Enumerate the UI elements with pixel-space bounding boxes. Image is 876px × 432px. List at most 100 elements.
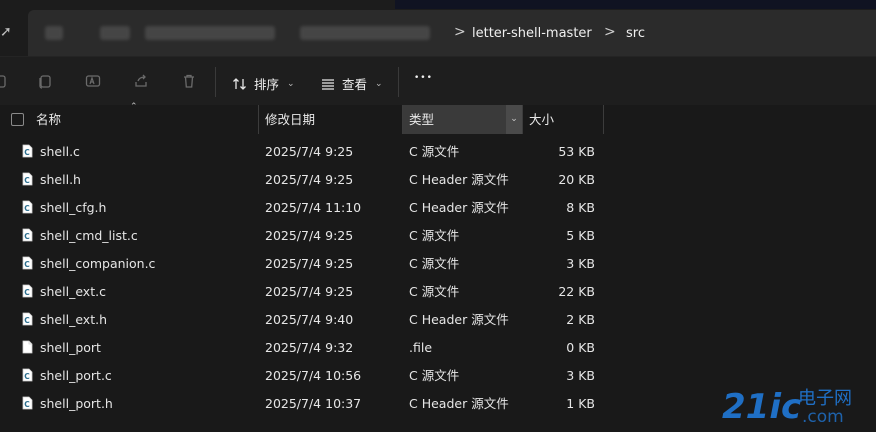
watermark-sub-text: 电子网 [798, 388, 852, 409]
chevron-down-icon: ⌄ [287, 78, 295, 89]
breadcrumb-separator: > [604, 24, 616, 40]
view-button[interactable]: 查看 ⌄ [320, 74, 383, 93]
sort-label: 排序 [254, 77, 280, 92]
column-header-type[interactable]: 类型 ⌄ [403, 105, 522, 134]
file-name: shell_companion.c [40, 256, 156, 271]
c-source-file-icon: C [22, 256, 33, 270]
file-name: shell_port.h [40, 396, 113, 411]
breadcrumb-separator: > [454, 24, 466, 40]
file-type: .file [409, 340, 433, 355]
file-type: C 源文件 [409, 368, 460, 383]
file-type: C 源文件 [409, 144, 460, 159]
redacted-crumb [300, 26, 430, 40]
file-name: shell.c [40, 144, 80, 159]
file-row[interactable]: Cshell_companion.c 2025/7/4 9:25 C 源文件 3 KB [0, 250, 876, 278]
redacted-crumb [145, 26, 275, 40]
site-watermark: 21ic 电子网 .com [720, 380, 870, 428]
file-row[interactable]: Cshell_cmd_list.c 2025/7/4 9:25 C 源文件 5 KB [0, 222, 876, 250]
file-size: 0 KB [566, 340, 595, 355]
file-modified-date: 2025/7/4 9:25 [265, 256, 354, 271]
file-name: shell_ext.c [40, 284, 106, 299]
chevron-down-icon[interactable]: ⌄ [506, 105, 522, 134]
svg-text:C: C [24, 176, 30, 185]
c-source-file-icon: C [22, 368, 33, 382]
file-name: shell.h [40, 172, 81, 187]
back-icon[interactable]: ➚ [0, 24, 12, 40]
c-source-file-icon: C [22, 228, 33, 242]
chevron-down-icon: ⌄ [375, 78, 383, 89]
watermark-logo-text: 21ic [722, 387, 801, 427]
file-type: C Header 源文件 [409, 396, 509, 411]
file-modified-date: 2025/7/4 9:25 [265, 228, 354, 243]
svg-text:C: C [24, 260, 30, 269]
address-bar-region: ➚ > letter-shell-master > src [0, 0, 876, 57]
column-header-modified[interactable]: 修改日期 [259, 105, 402, 134]
breadcrumb-letter-shell-master[interactable]: letter-shell-master [472, 26, 592, 41]
file-modified-date: 2025/7/4 10:56 [265, 368, 362, 383]
svg-text:C: C [24, 288, 30, 297]
more-options-button[interactable]: ••• [414, 73, 433, 83]
file-row[interactable]: Cshell_ext.h 2025/7/4 9:40 C Header 源文件 2 K… [0, 306, 876, 334]
sort-icon [233, 77, 246, 90]
column-separator[interactable] [603, 105, 604, 134]
watermark-domain-text: .com [802, 407, 844, 427]
file-name: shell_ext.h [40, 312, 107, 327]
copy-icon[interactable] [36, 72, 54, 90]
column-header-row: ⌃ 名称 修改日期 类型 ⌄ 大小 [0, 102, 876, 134]
svg-text:C: C [24, 316, 30, 325]
file-type: C 源文件 [409, 256, 460, 271]
c-source-file-icon: C [22, 200, 33, 214]
svg-text:C: C [24, 204, 30, 213]
svg-text:C: C [24, 400, 30, 409]
cut-icon[interactable] [0, 72, 10, 90]
file-type: C Header 源文件 [409, 172, 509, 187]
file-modified-date: 2025/7/4 10:37 [265, 396, 362, 411]
file-modified-date: 2025/7/4 9:32 [265, 340, 354, 355]
select-all-checkbox[interactable] [11, 113, 24, 126]
column-header-name[interactable]: 名称 [30, 105, 258, 134]
file-size: 2 KB [566, 312, 595, 327]
svg-text:C: C [24, 148, 30, 157]
breadcrumb-src[interactable]: src [626, 26, 645, 41]
file-row[interactable]: Cshell_ext.c 2025/7/4 9:25 C 源文件 22 KB [0, 278, 876, 306]
c-source-file-icon: C [22, 144, 33, 158]
file-type: C Header 源文件 [409, 312, 509, 327]
file-type: C 源文件 [409, 228, 460, 243]
window-top-strip [395, 0, 876, 9]
redacted-crumb [100, 26, 130, 40]
more-icon: ••• [414, 73, 433, 83]
c-source-file-icon: C [22, 284, 33, 298]
toolbar-divider [398, 67, 399, 97]
file-size: 1 KB [566, 396, 595, 411]
share-icon[interactable] [132, 72, 150, 90]
c-source-file-icon: C [22, 312, 33, 326]
file-size: 8 KB [566, 200, 595, 215]
file-size: 3 KB [566, 256, 595, 271]
file-modified-date: 2025/7/4 11:10 [265, 200, 362, 215]
file-name: shell_port [40, 340, 101, 355]
svg-text:C: C [24, 372, 30, 381]
svg-text:C: C [24, 232, 30, 241]
file-modified-date: 2025/7/4 9:25 [265, 144, 354, 159]
file-size: 22 KB [558, 284, 595, 299]
view-label: 查看 [342, 77, 368, 92]
file-row[interactable]: Cshell.c 2025/7/4 9:25 C 源文件 53 KB [0, 138, 876, 166]
file-size: 5 KB [566, 228, 595, 243]
file-name: shell_cmd_list.c [40, 228, 138, 243]
rename-icon[interactable] [84, 72, 102, 90]
file-name: shell_cfg.h [40, 200, 107, 215]
column-header-type-label: 类型 [409, 112, 435, 127]
view-icon [322, 78, 334, 90]
file-name: shell_port.c [40, 368, 112, 383]
file-row[interactable]: shell_port 2025/7/4 9:32 .file 0 KB [0, 334, 876, 362]
file-row[interactable]: Cshell.h 2025/7/4 9:25 C Header 源文件 20 KB [0, 166, 876, 194]
file-row[interactable]: Cshell_cfg.h 2025/7/4 11:10 C Header 源文件 8 … [0, 194, 876, 222]
sort-button[interactable]: 排序 ⌄ [232, 74, 295, 93]
file-modified-date: 2025/7/4 9:25 [265, 172, 354, 187]
file-size: 53 KB [558, 144, 595, 159]
toolbar-divider [215, 67, 216, 97]
delete-icon[interactable] [180, 72, 198, 90]
column-header-size[interactable]: 大小 [523, 105, 603, 134]
file-type: C Header 源文件 [409, 200, 509, 215]
c-source-file-icon: C [22, 396, 33, 410]
